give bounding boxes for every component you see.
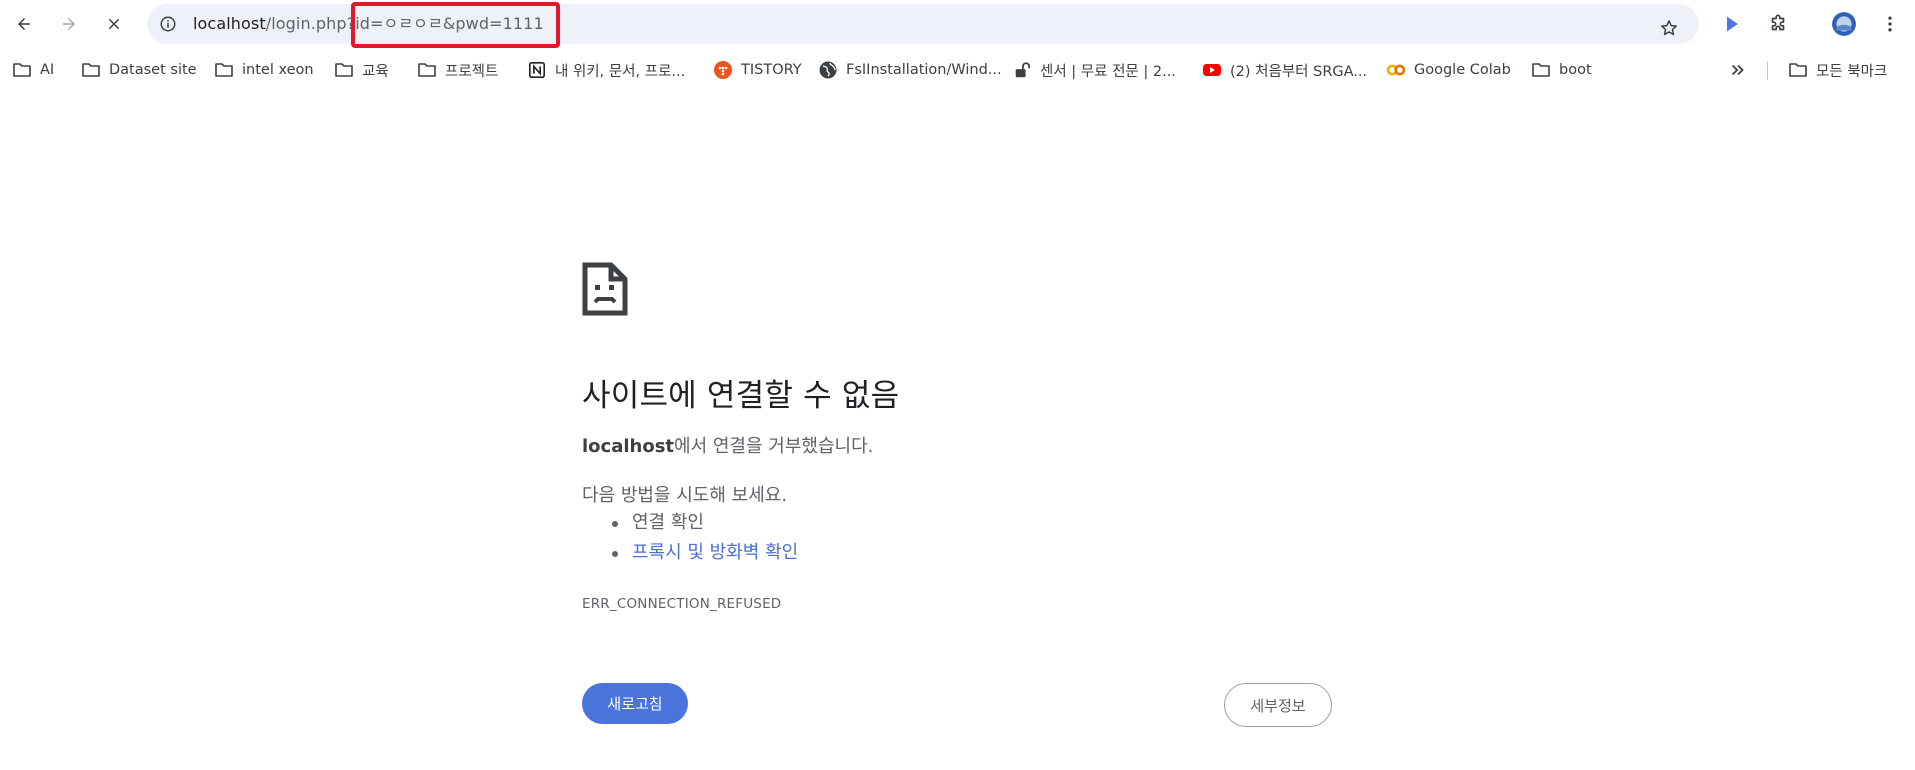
browser-toolbar: localhost/login.php?id=ㅇㄹㅇㄹ&pwd=1111 [0, 0, 1915, 48]
all-bookmarks-label: 모든 북마크 [1816, 63, 1888, 80]
avatar-icon [1832, 12, 1856, 36]
url-text[interactable]: localhost/login.php?id=ㅇㄹㅇㄹ&pwd=1111 [193, 4, 544, 44]
stop-loading-button[interactable] [98, 8, 130, 40]
site-info-icon[interactable] [157, 13, 179, 35]
folder-icon [81, 60, 101, 80]
folder-icon [12, 60, 32, 80]
all-bookmarks-button[interactable]: 모든 북마크 [1788, 55, 1887, 85]
bookmark-intel-xeon[interactable]: intel xeon [214, 55, 314, 85]
bookmark-ai[interactable]: AI [12, 55, 54, 85]
bookmark-label: TISTORY [741, 62, 802, 78]
sad-document-icon [582, 262, 628, 316]
try-heading: 다음 방법을 시도해 보세요. [582, 485, 788, 506]
extension-cursor-button[interactable] [1716, 8, 1748, 40]
notion-icon [527, 60, 547, 80]
suggestion-list: 연결 확인 프록시 및 방화벽 확인 [612, 508, 798, 568]
reload-button[interactable]: 새로고침 [582, 683, 688, 724]
details-button[interactable]: 세부정보 [1224, 683, 1332, 727]
bookmark-label: 센서 | 무료 전문 | 2... [1040, 63, 1176, 80]
folder-icon [334, 60, 354, 80]
bookmark-youtube[interactable]: (2) 처음부터 SRGA... [1202, 55, 1367, 85]
bookmark-label: Google Colab [1414, 62, 1511, 78]
youtube-icon [1202, 60, 1222, 80]
folder-icon [1531, 60, 1551, 80]
more-vert-icon [1888, 16, 1892, 32]
error-title: 사이트에 연결할 수 없음 [582, 378, 900, 414]
folder-icon [417, 60, 437, 80]
url-host: localhost [193, 14, 266, 33]
cursor-icon [1727, 16, 1738, 32]
suggestion-text: 연결 확인 [632, 512, 704, 533]
bookmark-sensor[interactable]: 센서 | 무료 전문 | 2... [1012, 55, 1176, 85]
suggestion-check-connection: 연결 확인 [612, 508, 798, 538]
url-path: /login.php?id=ㅇㄹㅇㄹ&pwd=1111 [265, 14, 544, 33]
forward-button[interactable] [53, 8, 85, 40]
error-code: ERR_CONNECTION_REFUSED [582, 596, 782, 612]
bookmark-label: Dataset site [109, 62, 197, 78]
bookmarks-divider [1767, 62, 1768, 80]
bookmark-boot[interactable]: boot [1531, 55, 1592, 85]
tistory-icon [713, 60, 733, 80]
menu-button[interactable] [1874, 8, 1906, 40]
error-host: localhost [582, 436, 675, 457]
address-bar[interactable]: localhost/login.php?id=ㅇㄹㅇㄹ&pwd=1111 [147, 4, 1699, 44]
bookmark-label: FsIInstallation/Wind... [846, 62, 1002, 78]
error-description: localhost에서 연결을 거부했습니다. [582, 432, 873, 458]
suggestion-check-proxy: 프록시 및 방화벽 확인 [612, 538, 798, 568]
bookmark-label: 내 위키, 문서, 프로... [555, 63, 686, 80]
extensions-button[interactable] [1762, 8, 1794, 40]
arrow-right-icon [63, 18, 75, 30]
bookmark-label: (2) 처음부터 SRGA... [1230, 63, 1368, 80]
folder-icon [1788, 60, 1808, 80]
bookmark-dataset-site[interactable]: Dataset site [81, 55, 197, 85]
bookmark-star-button[interactable] [1653, 12, 1685, 44]
bookmark-label: intel xeon [242, 62, 314, 78]
bookmark-tistory[interactable]: TISTORY [713, 55, 802, 85]
bookmark-label: 프로젝트 [445, 63, 499, 80]
close-icon [108, 18, 120, 30]
lock-open-icon [1012, 60, 1032, 80]
profile-avatar[interactable] [1828, 8, 1860, 40]
back-button[interactable] [8, 8, 40, 40]
puzzle-icon [1771, 14, 1785, 31]
folder-icon [214, 60, 234, 80]
error-description-text: 에서 연결을 거부했습니다. [674, 436, 874, 457]
bookmark-fslinstallation[interactable]: FsIInstallation/Wind... [818, 55, 1002, 85]
arrow-left-icon [18, 18, 30, 30]
bookmarks-overflow-button[interactable] [1728, 55, 1756, 85]
bookmark-education[interactable]: 교육 [334, 55, 389, 85]
bookmark-label: 교육 [362, 63, 389, 80]
bookmark-google-colab[interactable]: Google Colab [1386, 55, 1511, 85]
bookmark-label: AI [40, 62, 55, 78]
bookmark-label: boot [1559, 62, 1592, 78]
bookmarks-bar: AI Dataset site intel xeon 교육 프로젝트 내 위키,… [0, 55, 1915, 85]
star-icon [1661, 20, 1677, 36]
chevron-double-right-icon [1728, 60, 1748, 80]
colab-icon [1386, 60, 1406, 80]
bookmark-project[interactable]: 프로젝트 [417, 55, 498, 85]
globe-icon [818, 60, 838, 80]
proxy-firewall-link[interactable]: 프록시 및 방화벽 확인 [632, 542, 798, 563]
bookmark-notion[interactable]: 내 위키, 문서, 프로... [527, 55, 685, 85]
